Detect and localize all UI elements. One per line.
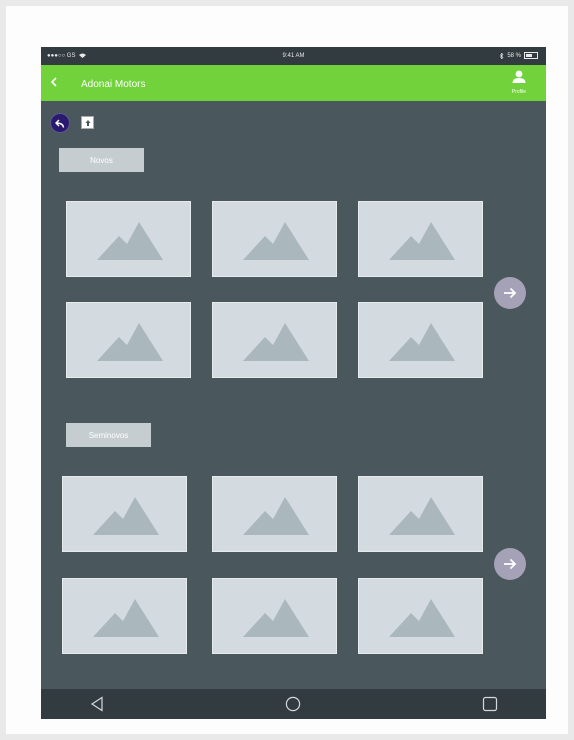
status-bar: ●●●○○ GS 9:41 AM 58 % — [41, 47, 546, 65]
upload-button[interactable] — [81, 116, 94, 129]
car-thumbnail-seminovos-6[interactable] — [358, 578, 483, 654]
car-thumbnail-seminovos-3[interactable] — [358, 476, 483, 552]
arrow-right-icon — [504, 287, 517, 299]
app-title: Adonai Motors — [81, 79, 146, 90]
image-placeholder-icon — [243, 222, 309, 260]
section-label: Novos — [90, 155, 113, 165]
image-placeholder-icon — [93, 497, 159, 535]
battery-icon — [524, 52, 538, 59]
image-placeholder-icon — [389, 599, 455, 637]
car-thumbnail-novos-3[interactable] — [358, 201, 483, 277]
car-thumbnail-seminovos-4[interactable] — [62, 578, 187, 654]
section-novos-button[interactable]: Novos — [59, 148, 144, 172]
arrow-right-icon — [504, 558, 517, 570]
car-thumbnail-novos-6[interactable] — [358, 302, 483, 378]
image-placeholder-icon — [97, 222, 163, 260]
battery-percent: 58 % — [507, 52, 521, 59]
car-thumbnail-seminovos-2[interactable] — [212, 476, 337, 552]
undo-icon — [55, 119, 65, 128]
car-thumbnail-seminovos-1[interactable] — [62, 476, 187, 552]
image-placeholder-icon — [243, 497, 309, 535]
image-placeholder-icon — [97, 323, 163, 361]
back-button[interactable] — [50, 75, 58, 89]
section-label: Seminovos — [88, 430, 129, 440]
undo-button[interactable] — [50, 113, 70, 133]
image-placeholder-icon — [243, 599, 309, 637]
square-recent-icon — [482, 696, 498, 712]
nav-home-button[interactable] — [285, 696, 301, 717]
car-thumbnail-novos-4[interactable] — [66, 302, 191, 378]
bluetooth-icon — [500, 52, 504, 59]
image-placeholder-icon — [389, 222, 455, 260]
chevron-left-icon — [50, 77, 57, 87]
image-placeholder-icon — [389, 497, 455, 535]
person-icon — [512, 70, 526, 83]
triangle-back-icon — [90, 696, 103, 712]
image-placeholder-icon — [93, 599, 159, 637]
nav-recent-button[interactable] — [482, 696, 498, 717]
car-thumbnail-seminovos-5[interactable] — [212, 578, 337, 654]
car-thumbnail-novos-2[interactable] — [212, 201, 337, 277]
upload-icon — [85, 119, 90, 126]
device-screen: ●●●○○ GS 9:41 AM 58 % Adonai Motors Prof… — [41, 47, 546, 719]
circle-home-icon — [285, 696, 301, 712]
next-button-seminovos[interactable] — [494, 548, 526, 580]
car-thumbnail-novos-5[interactable] — [212, 302, 337, 378]
system-nav-bar — [41, 689, 546, 719]
app-bar: Adonai Motors Profile — [41, 65, 546, 101]
status-right: 58 % — [500, 52, 538, 59]
image-placeholder-icon — [243, 323, 309, 361]
status-time: 9:41 AM — [282, 53, 305, 59]
nav-back-button[interactable] — [90, 696, 104, 717]
profile-label: Profile — [511, 89, 527, 95]
image-placeholder-icon — [389, 323, 455, 361]
section-seminovos-button[interactable]: Seminovos — [66, 423, 151, 447]
profile-button[interactable]: Profile — [504, 70, 534, 95]
next-button-novos[interactable] — [494, 277, 526, 309]
car-thumbnail-novos-1[interactable] — [66, 201, 191, 277]
